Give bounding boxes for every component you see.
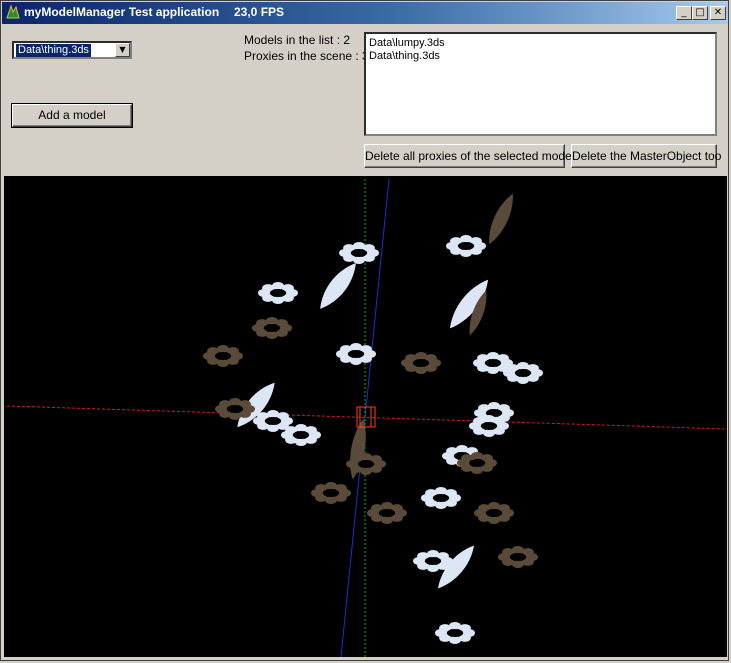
minimize-button[interactable]: _ bbox=[676, 6, 692, 20]
proxy-ring[interactable] bbox=[336, 343, 376, 365]
title-bar[interactable]: myModelManager Test application 23,0 FPS… bbox=[2, 2, 728, 24]
proxy-ring[interactable] bbox=[258, 282, 298, 304]
proxy-ring[interactable] bbox=[503, 362, 543, 384]
model-list[interactable]: Data\lumpy.3ds Data\thing.3ds bbox=[364, 32, 717, 136]
models-count-label: Models in the list : 2 bbox=[244, 33, 351, 47]
scene-canvas[interactable] bbox=[4, 176, 728, 658]
app-logo-icon bbox=[6, 4, 20, 19]
x-axis-line bbox=[6, 405, 728, 430]
window-title: myModelManager Test application bbox=[24, 5, 220, 19]
add-model-button[interactable]: Add a model bbox=[11, 103, 133, 128]
render-viewport[interactable] bbox=[4, 176, 728, 658]
proxy-ring[interactable] bbox=[203, 345, 243, 367]
proxy-ring[interactable] bbox=[346, 453, 386, 475]
proxy-ring[interactable] bbox=[311, 482, 351, 504]
fps-readout: 23,0 FPS bbox=[234, 5, 285, 19]
chevron-down-icon[interactable]: ▼ bbox=[115, 43, 130, 57]
proxy-ring[interactable] bbox=[367, 502, 407, 524]
app-window: myModelManager Test application 23,0 FPS… bbox=[0, 0, 729, 661]
proxy-ring[interactable] bbox=[413, 550, 453, 572]
proxy-ring[interactable] bbox=[401, 352, 441, 374]
model-select[interactable]: Data\thing.3ds ▼ bbox=[12, 41, 132, 59]
close-button[interactable]: ✕ bbox=[710, 6, 726, 20]
list-item[interactable]: Data\lumpy.3ds bbox=[369, 36, 445, 50]
delete-proxies-button[interactable]: Delete all proxies of the selected model bbox=[364, 144, 574, 168]
list-item[interactable]: Data\thing.3ds bbox=[369, 49, 440, 63]
proxy-ring[interactable] bbox=[339, 242, 379, 264]
proxy-ring[interactable] bbox=[469, 415, 509, 437]
proxy-ring[interactable] bbox=[281, 424, 321, 446]
proxy-ring[interactable] bbox=[435, 622, 475, 644]
maximize-button[interactable]: □ bbox=[692, 6, 708, 20]
delete-masterobject-button[interactable]: Delete the MasterObject too bbox=[571, 144, 721, 168]
proxy-ring[interactable] bbox=[215, 398, 255, 420]
proxy-ring[interactable] bbox=[252, 317, 292, 339]
proxy-ring[interactable] bbox=[498, 546, 538, 568]
proxy-ring[interactable] bbox=[446, 235, 486, 257]
proxies-count-label: Proxies in the scene : 34 bbox=[244, 49, 376, 63]
proxy-ring[interactable] bbox=[421, 487, 461, 509]
proxy-ring[interactable] bbox=[474, 502, 514, 524]
proxy-ring[interactable] bbox=[457, 452, 497, 474]
proxy-blade[interactable] bbox=[443, 274, 494, 333]
proxy-blade[interactable] bbox=[483, 191, 519, 247]
proxy-blade[interactable] bbox=[314, 258, 363, 314]
model-select-value: Data\thing.3ds bbox=[16, 44, 91, 57]
